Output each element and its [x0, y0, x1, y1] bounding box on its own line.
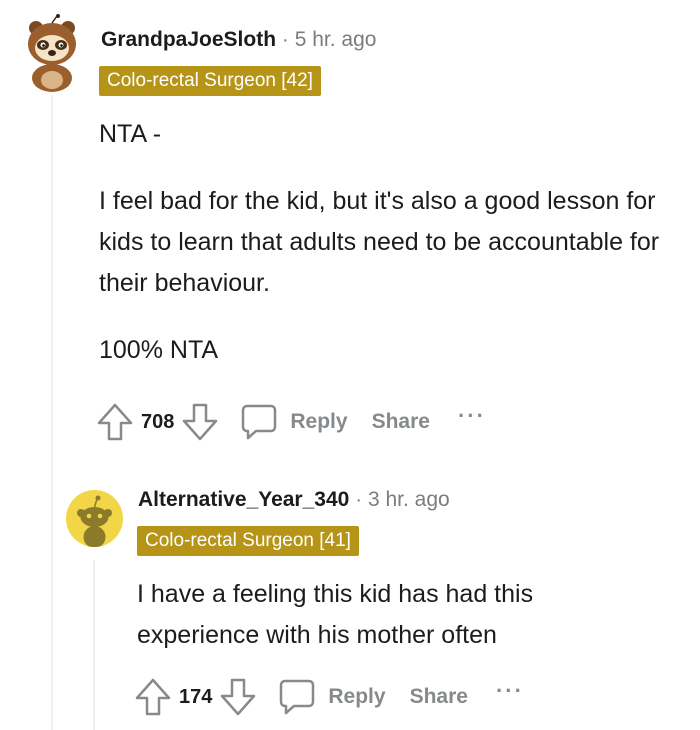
comment-actions: 174 Reply Share ···: [135, 677, 524, 717]
username[interactable]: GrandpaJoeSloth: [101, 28, 276, 52]
snoo-avatar-icon: [77, 495, 112, 547]
comment-paragraph: NTA -: [99, 120, 162, 148]
upvote-arrow-icon: [97, 403, 133, 441]
thread-line-2[interactable]: [93, 560, 95, 730]
share-button[interactable]: Share: [372, 410, 430, 434]
user-flair[interactable]: Colo-rectal Surgeon [42]: [99, 66, 321, 96]
downvote-arrow-icon: [221, 678, 256, 716]
comment-bubble-icon: [280, 679, 315, 715]
reply-button[interactable]: Reply: [278, 677, 386, 717]
comment-actions: 708 Reply Share ···: [97, 402, 486, 442]
downvote-arrow-icon: [183, 403, 218, 441]
vote-count: 174: [179, 685, 213, 708]
timestamp[interactable]: 3 hr. ago: [368, 488, 450, 512]
comment-paragraph: I have a feeling this kid has had this e…: [137, 580, 534, 649]
comment-paragraph: I feel bad for the kid, but it's also a …: [99, 187, 660, 297]
share-button[interactable]: Share: [410, 685, 468, 709]
comment-meta: GrandpaJoeSloth · 5 hr. ago: [101, 28, 376, 52]
reply-label: Reply: [328, 685, 386, 708]
comment-body: NTA - I feel bad for the kid, but it's a…: [99, 114, 669, 371]
user-flair[interactable]: Colo-rectal Surgeon [41]: [137, 526, 359, 556]
upvote-button[interactable]: [97, 402, 133, 442]
comment-bubble-icon: [242, 404, 277, 440]
vote-count: 708: [141, 410, 175, 433]
user-avatar[interactable]: [66, 490, 123, 547]
downvote-button[interactable]: [220, 677, 256, 717]
downvote-button[interactable]: [182, 402, 218, 442]
reply-button[interactable]: Reply: [240, 402, 348, 442]
more-options-button[interactable]: ···: [496, 678, 524, 704]
timestamp[interactable]: 5 hr. ago: [295, 28, 377, 52]
user-avatar[interactable]: [24, 14, 80, 92]
reply-label: Reply: [290, 410, 348, 433]
meta-separator: ·: [355, 488, 362, 511]
more-options-button[interactable]: ···: [458, 403, 486, 429]
comment-body: I have a feeling this kid has had this e…: [137, 574, 657, 656]
upvote-arrow-icon: [135, 678, 171, 716]
meta-separator: ·: [282, 28, 289, 51]
thread-line-1[interactable]: [51, 95, 53, 730]
comment-meta: Alternative_Year_340 · 3 hr. ago: [138, 488, 450, 512]
upvote-button[interactable]: [135, 677, 171, 717]
username[interactable]: Alternative_Year_340: [138, 488, 349, 512]
sloth-avatar-icon: [28, 14, 76, 92]
comment-paragraph: 100% NTA: [99, 336, 219, 364]
